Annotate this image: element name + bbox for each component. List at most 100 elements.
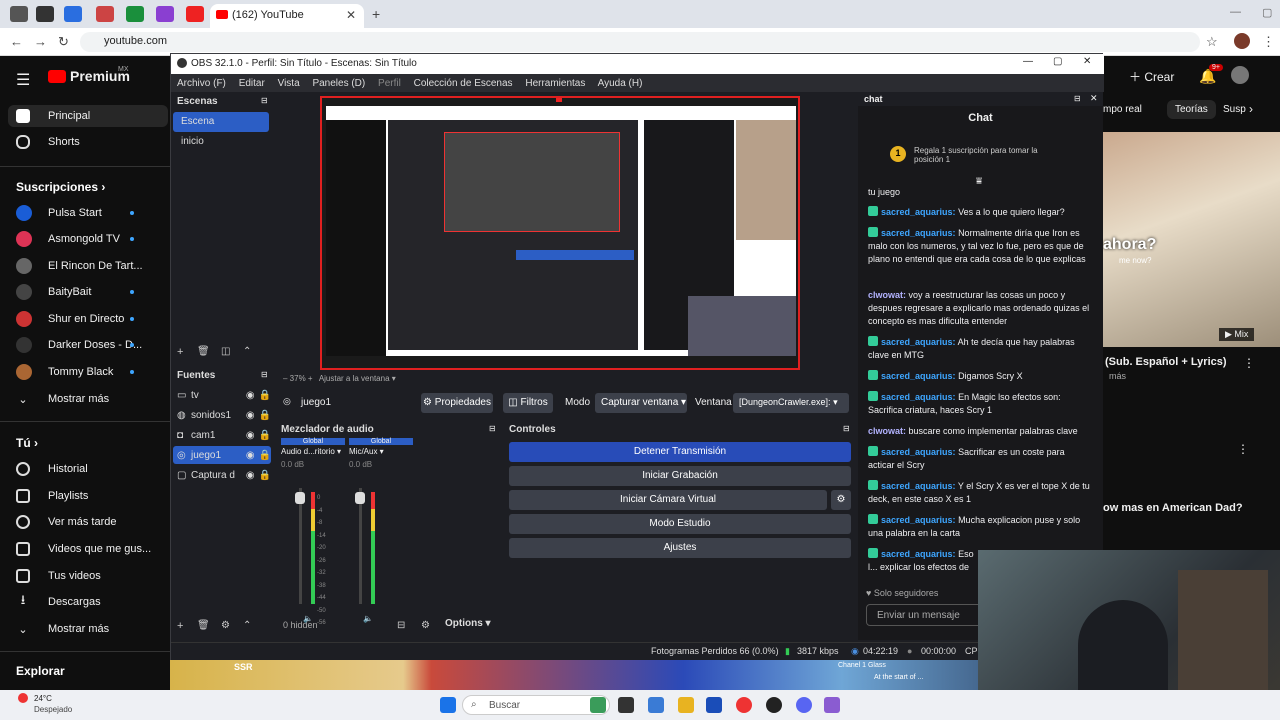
more-options-icon[interactable]: ⋮ [1243,356,1255,370]
minimize-icon[interactable]: — [1023,56,1033,67]
youtube-logo-icon[interactable] [48,70,66,83]
mute-icon[interactable]: 🔈 [363,614,373,623]
add-scene-icon[interactable]: + [177,346,183,358]
bookmark-star-icon[interactable]: ☆ [1206,34,1218,50]
menu-coleccion[interactable]: Colección de Escenas [414,78,513,89]
sidebar-item-downloads[interactable]: ⭳ Descargas [16,591,166,613]
chat-username[interactable]: sacred_aquarius: [881,549,956,559]
settings-button[interactable]: Ajustes [509,538,851,558]
sidebar-item-principal[interactable]: Principal [16,105,166,127]
hamburger-menu-icon[interactable]: ☰ [16,70,30,90]
sidebar-item-your-videos[interactable]: Tus videos [16,565,166,587]
video-title[interactable]: (Sub. Español + Lyrics) [1105,356,1227,368]
undock-icon[interactable]: ⊟ [1074,94,1081,103]
subscription-item[interactable]: Tommy Black [16,361,166,383]
chevron-right-icon[interactable]: › [1249,102,1253,116]
channel-name[interactable]: Audio d...ritorio ▾ [281,447,345,456]
active-tab[interactable]: (162) YouTube ✕ [210,4,364,28]
obs-icon[interactable] [766,697,782,713]
visibility-icon[interactable]: ◉ [246,470,255,481]
visibility-icon[interactable]: ◉ [246,410,255,421]
source-item[interactable]: ◍ sonidos1 ◉ 🔒 [177,406,271,424]
subscription-item[interactable]: Darker Doses - D... [16,334,166,356]
obs-preview-canvas[interactable] [320,96,800,370]
undock-icon[interactable]: ⊟ [261,370,268,379]
start-recording-button[interactable]: Iniciar Grabación [509,466,851,486]
volume-slider-track[interactable] [299,488,302,604]
chat-username[interactable]: sacred_aquarius: [881,392,956,402]
volume-slider-handle[interactable] [295,492,305,504]
show-more-you[interactable]: ⌄ Mostrar más [16,618,166,640]
studio-mode-button[interactable]: Modo Estudio [509,514,851,534]
lock-icon[interactable]: 🔒 [259,390,271,401]
sidebar-item-watch-later[interactable]: Ver más tarde [16,511,166,533]
menu-vista[interactable]: Vista [278,78,300,89]
account-avatar[interactable] [1231,66,1249,84]
scene-filters-icon[interactable]: ◫ [221,346,230,357]
taskbar-app-icon[interactable] [648,697,664,713]
more-options-icon[interactable]: ⋮ [1237,442,1249,456]
chat-username[interactable]: sacred_aquarius: [881,481,956,491]
resize-handle[interactable] [556,98,562,102]
tab-favicon-icon[interactable] [156,6,174,22]
weather-temp[interactable]: 24°C [34,694,52,703]
subscription-item[interactable]: BaityBait [16,281,166,303]
properties-button[interactable]: ⚙ Propiedades [421,393,493,413]
taskbar-app-icon[interactable] [618,697,634,713]
virtual-cam-settings-icon[interactable]: ⚙ [831,490,851,510]
mode-select[interactable]: Capturar ventana ▾ [595,393,687,413]
profile-avatar[interactable] [1234,33,1250,49]
volume-slider-handle[interactable] [355,492,365,504]
mute-icon[interactable]: 🔈 [303,614,313,623]
explore-heading[interactable]: Explorar [16,664,65,678]
close-icon[interactable]: ✕ [1083,56,1091,67]
taskbar-app-icon[interactable] [706,697,722,713]
channel-name[interactable]: Mic/Aux ▾ [349,447,413,456]
menu-paneles[interactable]: Paneles (D) [312,78,365,89]
tab-favicon-icon[interactable] [96,6,114,22]
menu-dots-icon[interactable]: ⋮ [1262,34,1275,50]
close-tab-icon[interactable]: ✕ [346,8,356,22]
video-title[interactable]: ow mas en American Dad? [1103,502,1243,514]
sidebar-item-playlists[interactable]: Playlists [16,485,166,507]
lock-icon[interactable]: 🔒 [259,470,271,481]
sidebar-item-liked[interactable]: Videos que me gus... [16,538,166,560]
move-up-icon[interactable]: ⌃ [243,346,251,357]
show-more-subs[interactable]: ⌄ Mostrar más [16,388,166,410]
maximize-icon[interactable]: ▢ [1053,56,1062,67]
new-tab-icon[interactable]: + [372,6,380,22]
lock-icon[interactable]: 🔒 [259,450,271,461]
source-item[interactable]: ▭ tv ◉ 🔒 [177,386,271,404]
source-item[interactable]: ▢ Captura d ◉ 🔒 [177,466,271,484]
you-heading[interactable]: Tú › [16,436,38,450]
subscription-item[interactable]: Pulsa Start [16,202,166,224]
chip-theories[interactable]: Teorías [1167,100,1216,119]
menu-herramientas[interactable]: Herramientas [525,78,585,89]
sidebar-item-shorts[interactable]: Shorts [16,131,166,153]
sidebar-item-history[interactable]: Historial [16,458,166,480]
tab-favicon-icon[interactable] [36,6,54,22]
undock-icon[interactable]: ⊟ [843,424,850,433]
chat-username[interactable]: sacred_aquarius: [881,207,956,217]
list-icon[interactable]: ⊟ [397,620,405,631]
weather-alert-icon[interactable] [18,693,28,703]
remove-source-icon[interactable]: 🗑 [197,620,210,631]
window-select[interactable]: [DungeonCrawler.exe]: ▾ [733,393,849,413]
tab-favicon-icon[interactable] [10,6,28,22]
volume-slider-track[interactable] [359,488,362,604]
chat-username[interactable]: clwowat: [868,426,906,436]
undock-icon[interactable]: ⊟ [489,424,496,433]
create-button[interactable]: ＋ Crear [1129,68,1174,85]
tab-favicon-icon[interactable] [64,6,82,22]
settings-icon[interactable]: ⚙ [421,620,430,631]
close-icon[interactable]: ✕ [1090,93,1098,104]
menu-ayuda[interactable]: Ayuda (H) [598,78,643,89]
chat-username[interactable]: sacred_aquarius: [881,337,956,347]
reload-icon[interactable]: ↻ [58,34,69,50]
chip-live[interactable]: mpo real [1103,104,1142,115]
scene-item-escena[interactable]: Escena [173,112,269,132]
subscription-item[interactable]: El Rincon De Tart... [16,255,166,277]
lock-icon[interactable]: 🔒 [259,410,271,421]
source-item[interactable]: ◘ cam1 ◉ 🔒 [177,426,271,444]
subscription-item[interactable]: Asmongold TV [16,228,166,250]
